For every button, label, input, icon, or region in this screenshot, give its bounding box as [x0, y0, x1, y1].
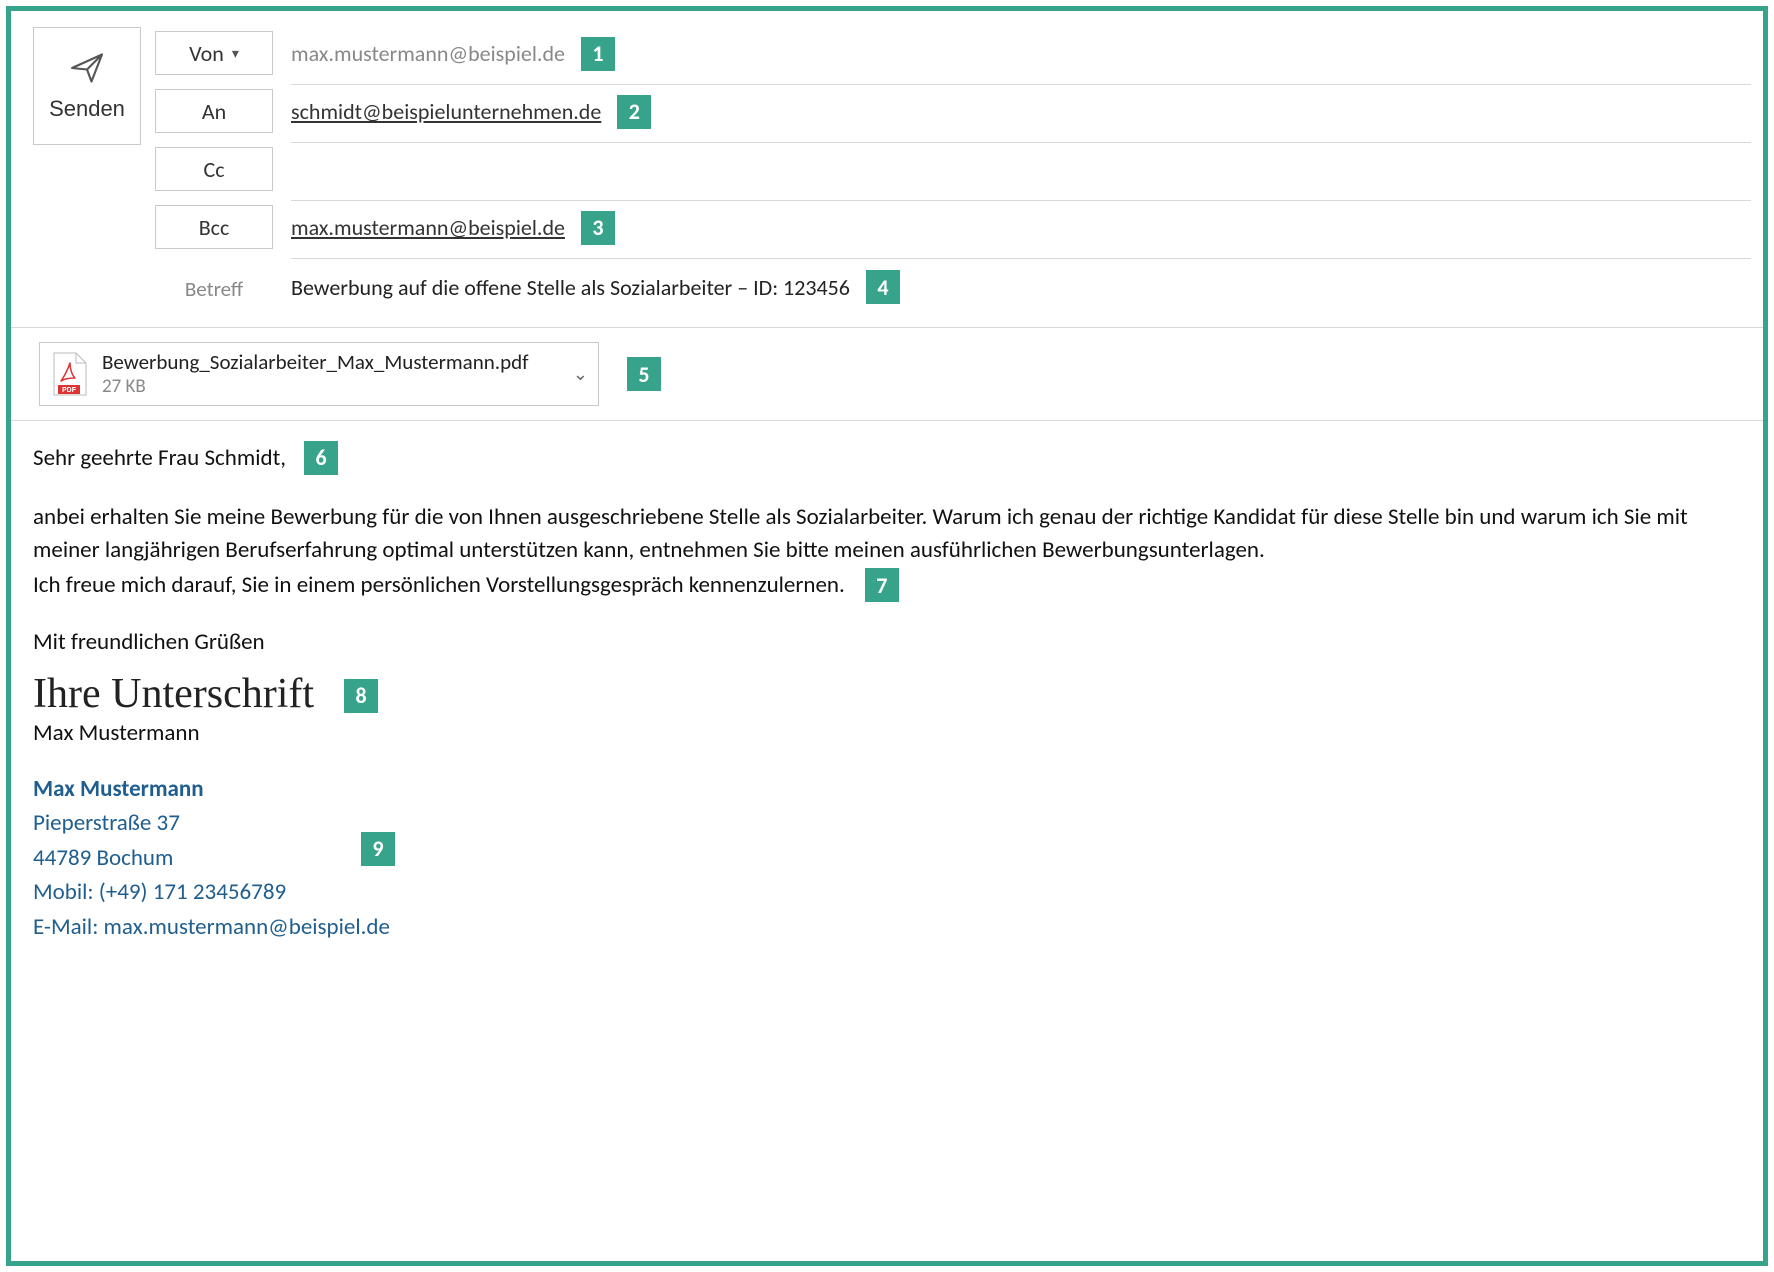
chevron-down-icon[interactable]: ⌄ — [573, 363, 588, 385]
contact-mobile: Mobil: (+49) 171 23456789 — [33, 875, 1733, 910]
to-value: schmidt@beispielunternehmen.de — [291, 98, 601, 125]
bcc-label: Bcc — [199, 214, 230, 241]
cc-button[interactable]: Cc — [155, 147, 273, 191]
cc-input[interactable] — [291, 143, 1751, 201]
attachment-chip[interactable]: PDF Bewerbung_Sozialarbeiter_Max_Musterm… — [39, 342, 599, 406]
bcc-input[interactable]: max.mustermann@beispiel.de 3 — [291, 201, 1751, 259]
from-label: Von — [189, 40, 224, 67]
subject-value: Bewerbung auf die offene Stelle als Sozi… — [291, 274, 850, 301]
send-button[interactable]: Senden — [33, 27, 141, 145]
bcc-row: Bcc max.mustermann@beispiel.de 3 — [155, 201, 1751, 259]
from-value: max.mustermann@beispiel.de — [291, 40, 565, 67]
paragraph-2: Ich freue mich darauf, Sie in einem pers… — [33, 569, 845, 602]
paper-plane-icon — [69, 50, 105, 86]
attachment-text: Bewerbung_Sozialarbeiter_Max_Mustermann.… — [102, 349, 529, 399]
callout-1: 1 — [581, 37, 615, 71]
contact-city: 44789 Bochum — [33, 841, 1733, 876]
callout-4: 4 — [866, 270, 900, 304]
from-row: Von ▾ max.mustermann@beispiel.de 1 — [155, 27, 1751, 85]
callout-5: 5 — [627, 357, 661, 391]
contact-email: E-Mail: max.mustermann@beispiel.de — [33, 910, 1733, 945]
email-body[interactable]: Sehr geehrte Frau Schmidt, 6 anbei erhal… — [11, 421, 1763, 1261]
attachment-area: PDF Bewerbung_Sozialarbeiter_Max_Musterm… — [11, 328, 1763, 420]
callout-8: 8 — [344, 679, 378, 713]
to-row: An schmidt@beispielunternehmen.de 2 — [155, 85, 1751, 143]
cc-label: Cc — [203, 156, 224, 183]
compose-header: Senden Von ▾ max.mustermann@beispiel.de … — [11, 11, 1763, 327]
bcc-button[interactable]: Bcc — [155, 205, 273, 249]
to-input[interactable]: schmidt@beispielunternehmen.de 2 — [291, 85, 1751, 143]
bcc-value: max.mustermann@beispiel.de — [291, 214, 565, 241]
paragraph-1: anbei erhalten Sie meine Bewerbung für d… — [33, 501, 1733, 566]
send-label: Senden — [49, 96, 125, 122]
attachment-filename: Bewerbung_Sozialarbeiter_Max_Mustermann.… — [102, 349, 529, 375]
to-label: An — [202, 98, 226, 125]
callout-7: 7 — [865, 568, 899, 602]
attachment-size: 27 KB — [102, 375, 529, 399]
from-button[interactable]: Von ▾ — [155, 31, 273, 75]
signature-handwriting: Ihre Unterschrift — [33, 671, 314, 717]
callout-9: 9 — [361, 832, 395, 866]
email-compose-window: Senden Von ▾ max.mustermann@beispiel.de … — [6, 6, 1768, 1266]
contact-street: Pieperstraße 37 — [33, 806, 1733, 841]
pdf-file-icon: PDF — [48, 351, 90, 397]
contact-signature-block: Max Mustermann Pieperstraße 37 44789 Boc… — [33, 772, 1733, 945]
svg-text:PDF: PDF — [62, 387, 77, 394]
signature-row: Ihre Unterschrift Max Mustermann 8 — [33, 665, 1733, 750]
subject-row: Betreff Bewerbung auf die offene Stelle … — [155, 263, 1751, 315]
subject-input[interactable]: Bewerbung auf die offene Stelle als Sozi… — [291, 263, 1751, 315]
printed-name: Max Mustermann — [33, 717, 314, 750]
paragraph-2-row: Ich freue mich darauf, Sie in einem pers… — [33, 568, 1733, 602]
to-button[interactable]: An — [155, 89, 273, 133]
salutation: Sehr geehrte Frau Schmidt, — [33, 442, 286, 475]
callout-2: 2 — [617, 95, 651, 129]
from-input[interactable]: max.mustermann@beispiel.de 1 — [291, 27, 1751, 85]
closing: Mit freundlichen Grüßen — [33, 626, 1733, 659]
cc-row: Cc — [155, 143, 1751, 201]
recipient-fields: Von ▾ max.mustermann@beispiel.de 1 An sc… — [155, 27, 1751, 315]
contact-name: Max Mustermann — [33, 772, 1733, 807]
salutation-row: Sehr geehrte Frau Schmidt, 6 — [33, 441, 1733, 475]
callout-3: 3 — [581, 211, 615, 245]
chevron-down-icon: ▾ — [232, 45, 239, 62]
callout-6: 6 — [304, 441, 338, 475]
subject-label: Betreff — [155, 276, 273, 302]
